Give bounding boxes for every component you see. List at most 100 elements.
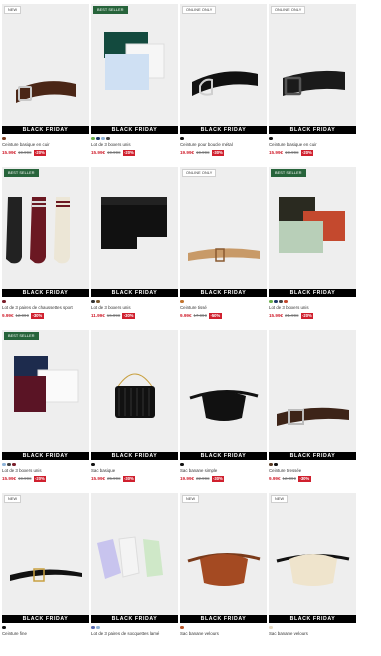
product-card-16[interactable]: NEW BLACK FRIDAY Sac banane velours — [269, 493, 356, 656]
color-swatch[interactable] — [274, 299, 278, 304]
product-badge: ONLINE ONLY — [271, 6, 306, 14]
boxers-stack-icon — [104, 32, 165, 90]
product-card-4[interactable]: ONLINE ONLY BLACK FRIDAY Ceinture basiqu… — [269, 4, 356, 167]
color-swatches — [2, 462, 89, 467]
price-row — [2, 638, 89, 645]
product-image[interactable]: NEW BLACK FRIDAY — [2, 4, 89, 134]
color-swatch[interactable] — [12, 462, 16, 467]
color-swatch[interactable] — [279, 299, 283, 304]
black-friday-banner: BLACK FRIDAY — [91, 289, 178, 297]
black-friday-banner: BLACK FRIDAY — [91, 452, 178, 460]
color-swatch[interactable] — [96, 136, 100, 141]
product-card-8[interactable]: BEST SELLER BLACK FRIDAY Lot de 3 boxers… — [269, 167, 356, 330]
color-swatch[interactable] — [2, 299, 6, 304]
color-swatch[interactable] — [284, 299, 288, 304]
product-name[interactable]: Sac basique — [91, 468, 178, 474]
sale-price: 11.99€ — [91, 313, 105, 318]
product-card-2[interactable]: BEST SELLER BLACK FRIDAY Lot de 3 boxers… — [91, 4, 178, 167]
product-image[interactable]: BEST SELLER BLACK FRIDAY — [91, 4, 178, 134]
black-friday-banner: BLACK FRIDAY — [180, 289, 267, 297]
black-friday-banner: BLACK FRIDAY — [2, 452, 89, 460]
product-card-13[interactable]: NEW BLACK FRIDAY Ceinture fine — [2, 493, 89, 656]
belt-woven-icon — [188, 248, 260, 262]
product-image[interactable]: BEST SELLER BLACK FRIDAY — [269, 167, 356, 297]
product-image[interactable]: BLACK FRIDAY — [180, 330, 267, 460]
color-swatch[interactable] — [180, 136, 184, 141]
product-name[interactable]: Ceinture basique en cuir — [269, 142, 356, 148]
product-name[interactable]: Ceinture basique en cuir — [2, 142, 89, 148]
product-name[interactable]: Lot de 3 paires de chaussettes sport — [2, 305, 89, 311]
product-image[interactable]: BLACK FRIDAY — [91, 330, 178, 460]
color-swatch[interactable] — [106, 136, 110, 141]
original-price: 22.99€ — [196, 476, 210, 481]
product-image[interactable]: ONLINE ONLY BLACK FRIDAY — [180, 167, 267, 297]
color-swatch[interactable] — [96, 299, 100, 304]
color-swatch[interactable] — [180, 299, 184, 304]
boxers-colored-icon — [279, 197, 345, 253]
product-card-6[interactable]: BLACK FRIDAY Lot de 3 boxers unis 11.99€… — [91, 167, 178, 330]
product-image[interactable]: NEW BLACK FRIDAY — [2, 493, 89, 623]
color-swatch[interactable] — [91, 462, 95, 467]
product-name[interactable]: Sac banane simple — [180, 468, 267, 474]
price-row — [91, 638, 178, 645]
original-price: 19.99€ — [107, 150, 121, 155]
color-swatch[interactable] — [269, 136, 273, 141]
product-image[interactable]: ONLINE ONLY BLACK FRIDAY — [180, 4, 267, 134]
product-card-12[interactable]: BLACK FRIDAY Ceinture tressée 9.99€ 12.9… — [269, 330, 356, 493]
color-swatch[interactable] — [2, 625, 6, 630]
product-name[interactable]: Sac banane velours — [180, 631, 267, 637]
bag-quilted-icon — [115, 373, 155, 418]
color-swatch[interactable] — [180, 462, 184, 467]
color-swatch[interactable] — [2, 462, 6, 467]
product-name[interactable]: Lot de 3 boxers unis — [91, 142, 178, 148]
black-friday-banner: BLACK FRIDAY — [180, 452, 267, 460]
product-name[interactable]: Ceinture fine — [2, 631, 89, 637]
color-swatch[interactable] — [180, 625, 184, 630]
color-swatch[interactable] — [274, 462, 278, 467]
product-image[interactable]: BLACK FRIDAY — [91, 167, 178, 297]
original-price: 25.99€ — [107, 476, 121, 481]
product-image[interactable]: NEW BLACK FRIDAY — [180, 493, 267, 623]
product-image[interactable]: ONLINE ONLY BLACK FRIDAY — [269, 4, 356, 134]
color-swatch[interactable] — [269, 625, 273, 630]
product-name[interactable]: Ceinture pour boucle métal — [180, 142, 267, 148]
color-swatch[interactable] — [91, 625, 95, 630]
product-card-10[interactable]: BLACK FRIDAY Sac basique 15.99€ 25.99€ -… — [91, 330, 178, 493]
color-swatch[interactable] — [91, 299, 95, 304]
color-swatch[interactable] — [91, 136, 95, 141]
black-friday-banner: BLACK FRIDAY — [269, 126, 356, 134]
price-row: 15.99€ 19.99€ -20% — [2, 475, 89, 482]
product-name[interactable]: Lot de 3 boxers unis — [2, 468, 89, 474]
product-card-9[interactable]: BEST SELLER BLACK FRIDAY Lot de 3 boxers… — [2, 330, 89, 493]
product-name[interactable]: Sac banane velours — [269, 631, 356, 637]
product-name[interactable]: Ceinture tressée — [269, 468, 356, 474]
color-swatch[interactable] — [96, 625, 100, 630]
socks-icon — [6, 197, 70, 264]
product-image[interactable]: BEST SELLER BLACK FRIDAY — [2, 167, 89, 297]
original-price: 19.99€ — [18, 476, 32, 481]
discount-badge: -30% — [211, 475, 225, 482]
color-swatch[interactable] — [101, 136, 105, 141]
product-image[interactable]: BLACK FRIDAY — [269, 330, 356, 460]
color-swatch[interactable] — [7, 462, 11, 467]
product-card-14[interactable]: BLACK FRIDAY Lot de 3 paires de socquett… — [91, 493, 178, 656]
product-name[interactable]: Ceinture tissé — [180, 305, 267, 311]
product-card-5[interactable]: BEST SELLER BLACK FRIDAY Lot de 3 paires… — [2, 167, 89, 330]
product-card-15[interactable]: NEW BLACK FRIDAY Sac banane velours — [180, 493, 267, 656]
product-card-1[interactable]: NEW BLACK FRIDAY Ceinture basique en cui… — [2, 4, 89, 167]
price-row: 15.99€ 19.99€ -20% — [269, 149, 356, 156]
product-card-3[interactable]: ONLINE ONLY BLACK FRIDAY Ceinture pour b… — [180, 4, 267, 167]
product-image[interactable]: BLACK FRIDAY — [91, 493, 178, 623]
color-swatches — [2, 136, 89, 141]
product-name[interactable]: Lot de 3 boxers unis — [91, 305, 178, 311]
color-swatch[interactable] — [269, 462, 273, 467]
color-swatch[interactable] — [269, 299, 273, 304]
product-image[interactable]: BEST SELLER BLACK FRIDAY — [2, 330, 89, 460]
color-swatch[interactable] — [2, 136, 6, 141]
belt-thin-icon — [10, 568, 82, 582]
product-name[interactable]: Lot de 3 paires de socquettes lamé — [91, 631, 178, 637]
product-card-7[interactable]: ONLINE ONLY BLACK FRIDAY Ceinture tissé … — [180, 167, 267, 330]
product-name[interactable]: Lot de 3 boxers unis — [269, 305, 356, 311]
product-card-11[interactable]: BLACK FRIDAY Sac banane simple 19.99€ 22… — [180, 330, 267, 493]
product-image[interactable]: NEW BLACK FRIDAY — [269, 493, 356, 623]
